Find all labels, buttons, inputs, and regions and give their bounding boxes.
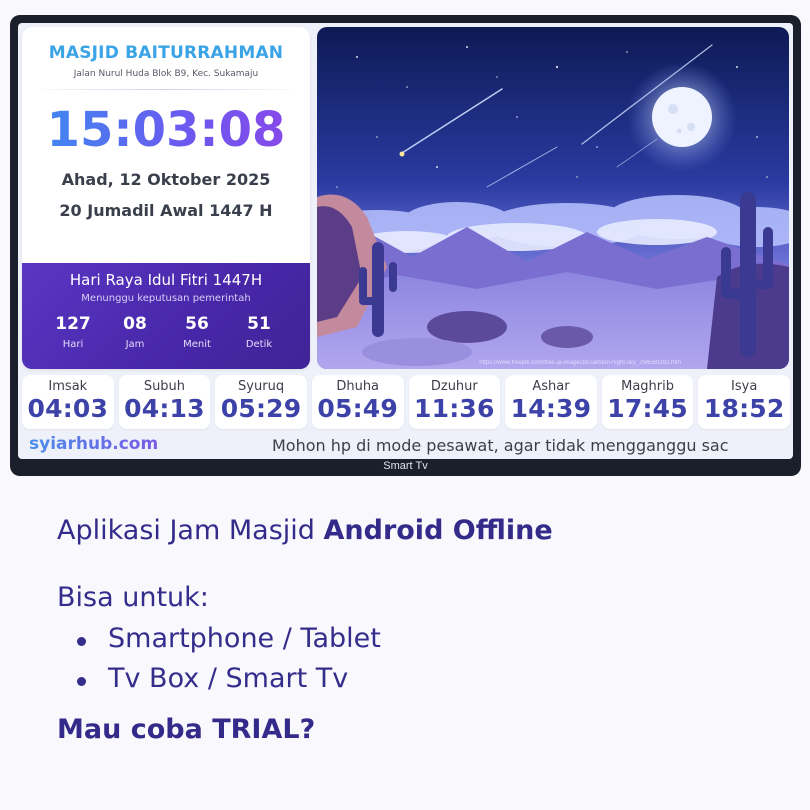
tv-screen: MASJID BAITURRAHMAN Jalan Nurul Huda Blo… xyxy=(18,23,793,459)
prayer-ashar: Ashar 14:39 xyxy=(505,375,597,429)
countdown-label: Jam xyxy=(125,339,145,350)
prayer-time: 04:03 xyxy=(27,394,109,423)
prayer-name: Imsak xyxy=(48,379,88,394)
brand-logo-text: syiarhub.com xyxy=(29,434,159,454)
prayer-name: Maghrib xyxy=(621,379,674,394)
prayer-name: Syuruq xyxy=(238,379,285,394)
promo-list: Smartphone / Tablet Tv Box / Smart Tv xyxy=(57,623,777,694)
prayer-name: Subuh xyxy=(143,379,186,394)
prayer-time: 14:39 xyxy=(510,394,592,423)
prayer-subuh: Subuh 04:13 xyxy=(118,375,211,429)
prayer-isya: Isya 18:52 xyxy=(698,375,790,429)
countdown-seconds: 51 Detik xyxy=(228,314,290,350)
event-subtitle: Menunggu keputusan pemerintah xyxy=(81,293,251,304)
prayer-time: 05:49 xyxy=(317,394,398,423)
running-text: Mohon hp di mode pesawat, agar tidak men… xyxy=(272,436,729,455)
list-item-label: Tv Box / Smart Tv xyxy=(108,663,349,694)
background-image: https://www.freepik.com/free-ai-image/3d… xyxy=(317,27,789,369)
prayer-name: Dzuhur xyxy=(430,379,478,394)
countdown-value: 56 xyxy=(185,314,209,334)
countdown-value: 08 xyxy=(123,314,147,334)
list-item-label: Smartphone / Tablet xyxy=(108,623,381,654)
countdown-value: 127 xyxy=(55,314,91,334)
promo-title-plain: Aplikasi Jam Masjid xyxy=(57,515,324,546)
mosque-address: Jalan Nurul Huda Blok B9, Kec. Sukamaju xyxy=(73,69,259,79)
prayer-syuruq: Syuruq 05:29 xyxy=(215,375,307,429)
promo-cta: Mau coba TRIAL? xyxy=(57,714,316,745)
device-label: Smart Tv xyxy=(383,460,428,472)
promo-title: Aplikasi Jam Masjid Android Offline xyxy=(57,515,777,546)
list-item: Smartphone / Tablet xyxy=(57,623,777,654)
prayer-time: 18:52 xyxy=(703,394,785,423)
event-panel: Hari Raya Idul Fitri 1447H Menunggu kepu… xyxy=(22,263,310,369)
prayer-dzuhur: Dzuhur 11:36 xyxy=(408,375,501,429)
list-item: Tv Box / Smart Tv xyxy=(57,663,777,694)
prayer-time: 04:13 xyxy=(124,394,205,423)
night-desert-illustration xyxy=(317,27,789,369)
prayer-times: Imsak 04:03 Subuh 04:13 Syuruq 05:29 Dhu… xyxy=(22,375,790,429)
tv-frame: MASJID BAITURRAHMAN Jalan Nurul Huda Blo… xyxy=(10,15,801,476)
prayer-name: Dhuha xyxy=(336,379,380,394)
promo-section: Aplikasi Jam Masjid Android Offline Bisa… xyxy=(57,515,777,745)
countdown-label: Detik xyxy=(245,339,273,350)
bullet-icon xyxy=(77,677,86,686)
prayer-time: 11:36 xyxy=(414,394,495,423)
prayer-imsak: Imsak 04:03 xyxy=(22,375,114,429)
countdown-hours: 08 Jam xyxy=(104,314,166,350)
promo-subtitle: Bisa untuk: xyxy=(57,582,209,613)
countdown-minutes: 56 Menit xyxy=(166,314,228,350)
prayer-time: 05:29 xyxy=(220,394,302,423)
image-credit: https://www.freepik.com/free-ai-image/3d… xyxy=(479,360,681,366)
prayer-name: Isya xyxy=(731,379,758,394)
prayer-name: Ashar xyxy=(532,379,570,394)
prayer-time: 17:45 xyxy=(607,394,688,423)
promo-title-bold: Android Offline xyxy=(323,515,553,546)
footer-bar: syiarhub.com Mohon hp di mode pesawat, a… xyxy=(18,433,793,459)
countdown-days: 127 Hari xyxy=(42,314,104,350)
date-gregorian: Ahad, 12 Oktober 2025 xyxy=(61,170,271,189)
divider xyxy=(42,89,290,90)
prayer-dhuha: Dhuha 05:49 xyxy=(311,375,404,429)
countdown-label: Menit xyxy=(183,339,211,350)
countdown-label: Hari xyxy=(62,339,84,350)
date-hijri: 20 Jumadil Awal 1447 H xyxy=(59,201,273,220)
clock: 15:03:08 xyxy=(22,102,310,158)
event-title: Hari Raya Idul Fitri 1447H xyxy=(69,271,263,289)
info-panel: MASJID BAITURRAHMAN Jalan Nurul Huda Blo… xyxy=(22,27,310,369)
countdown-value: 51 xyxy=(247,314,271,334)
bullet-icon xyxy=(77,637,86,646)
mosque-name: MASJID BAITURRAHMAN xyxy=(48,43,284,63)
prayer-maghrib: Maghrib 17:45 xyxy=(601,375,694,429)
countdown: 127 Hari 08 Jam 56 Menit 51 Detik xyxy=(22,314,310,350)
